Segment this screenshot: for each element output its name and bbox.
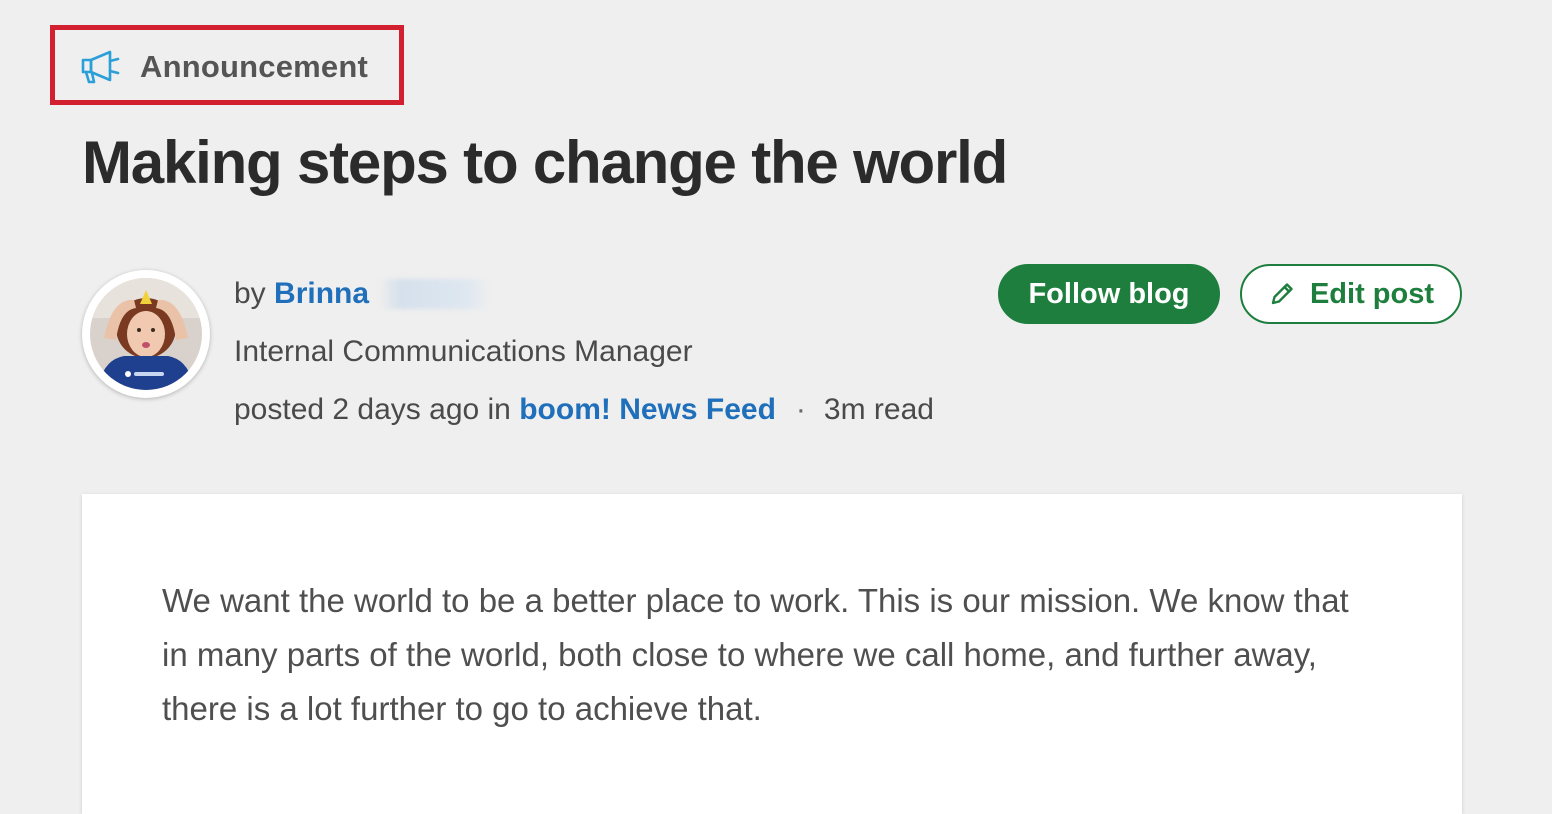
author-meta: by Brinna Internal Communications Manage… — [234, 274, 934, 430]
post-content-card: We want the world to be a better place t… — [82, 494, 1462, 814]
edit-post-button[interactable]: Edit post — [1240, 264, 1462, 324]
post-category-tag: Announcement — [80, 47, 368, 87]
author-name-link[interactable]: Brinna — [274, 274, 369, 314]
feed-link[interactable]: boom! News Feed — [519, 390, 776, 430]
author-role: Internal Communications Manager — [234, 335, 693, 368]
follow-blog-label: Follow blog — [1028, 277, 1190, 310]
category-label: Announcement — [140, 49, 369, 84]
separator-dot: · — [795, 393, 806, 426]
megaphone-icon — [80, 47, 122, 87]
posted-line: posted 2 days ago in boom! News Feed · 3m … — [234, 390, 934, 430]
post-body: We want the world to be a better place t… — [162, 582, 1349, 727]
by-prefix: by — [234, 277, 266, 310]
author-line: by Brinna — [234, 274, 934, 314]
redacted-surname — [379, 279, 490, 309]
posted-prefix: posted 2 days ago in — [234, 393, 511, 426]
pencil-icon — [1268, 280, 1296, 308]
avatar-photo — [90, 278, 202, 390]
edit-post-label: Edit post — [1309, 277, 1435, 310]
follow-blog-button[interactable]: Follow blog — [998, 264, 1220, 324]
read-time: 3m read — [823, 393, 934, 426]
post-title: Making steps to change the world — [82, 129, 1008, 196]
avatar[interactable] — [82, 270, 210, 398]
